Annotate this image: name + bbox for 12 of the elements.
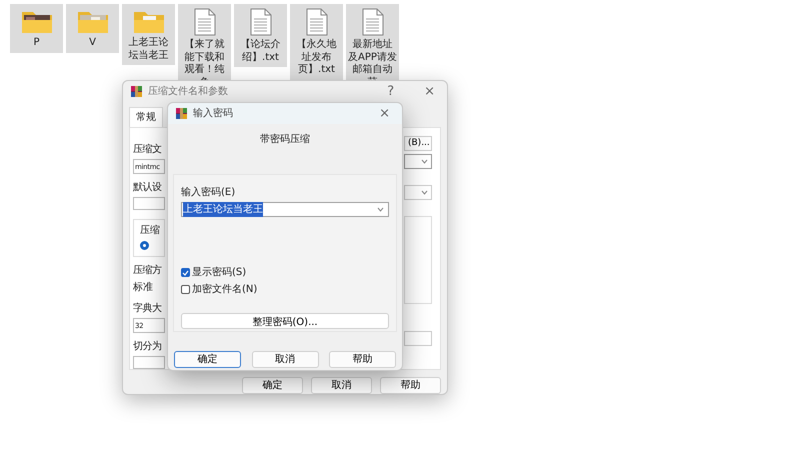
field-value: 标准 bbox=[133, 280, 154, 295]
field-label: 输入密码(E) bbox=[181, 186, 236, 200]
dialog-title: 输入密码 bbox=[193, 106, 234, 121]
group-label: 压缩 bbox=[140, 224, 161, 238]
option-label: 加密文件名(N) bbox=[192, 282, 258, 297]
dialog-heading: 带密码压缩 bbox=[260, 134, 310, 145]
field-label: 压缩文 bbox=[133, 142, 162, 157]
field-label: 字典大 bbox=[133, 302, 162, 316]
field-label: 压缩方 bbox=[133, 264, 162, 278]
field-label: 切分为 bbox=[133, 340, 162, 354]
option-label: 显示密码(S) bbox=[192, 266, 246, 280]
field-label: 默认设 bbox=[133, 181, 162, 195]
